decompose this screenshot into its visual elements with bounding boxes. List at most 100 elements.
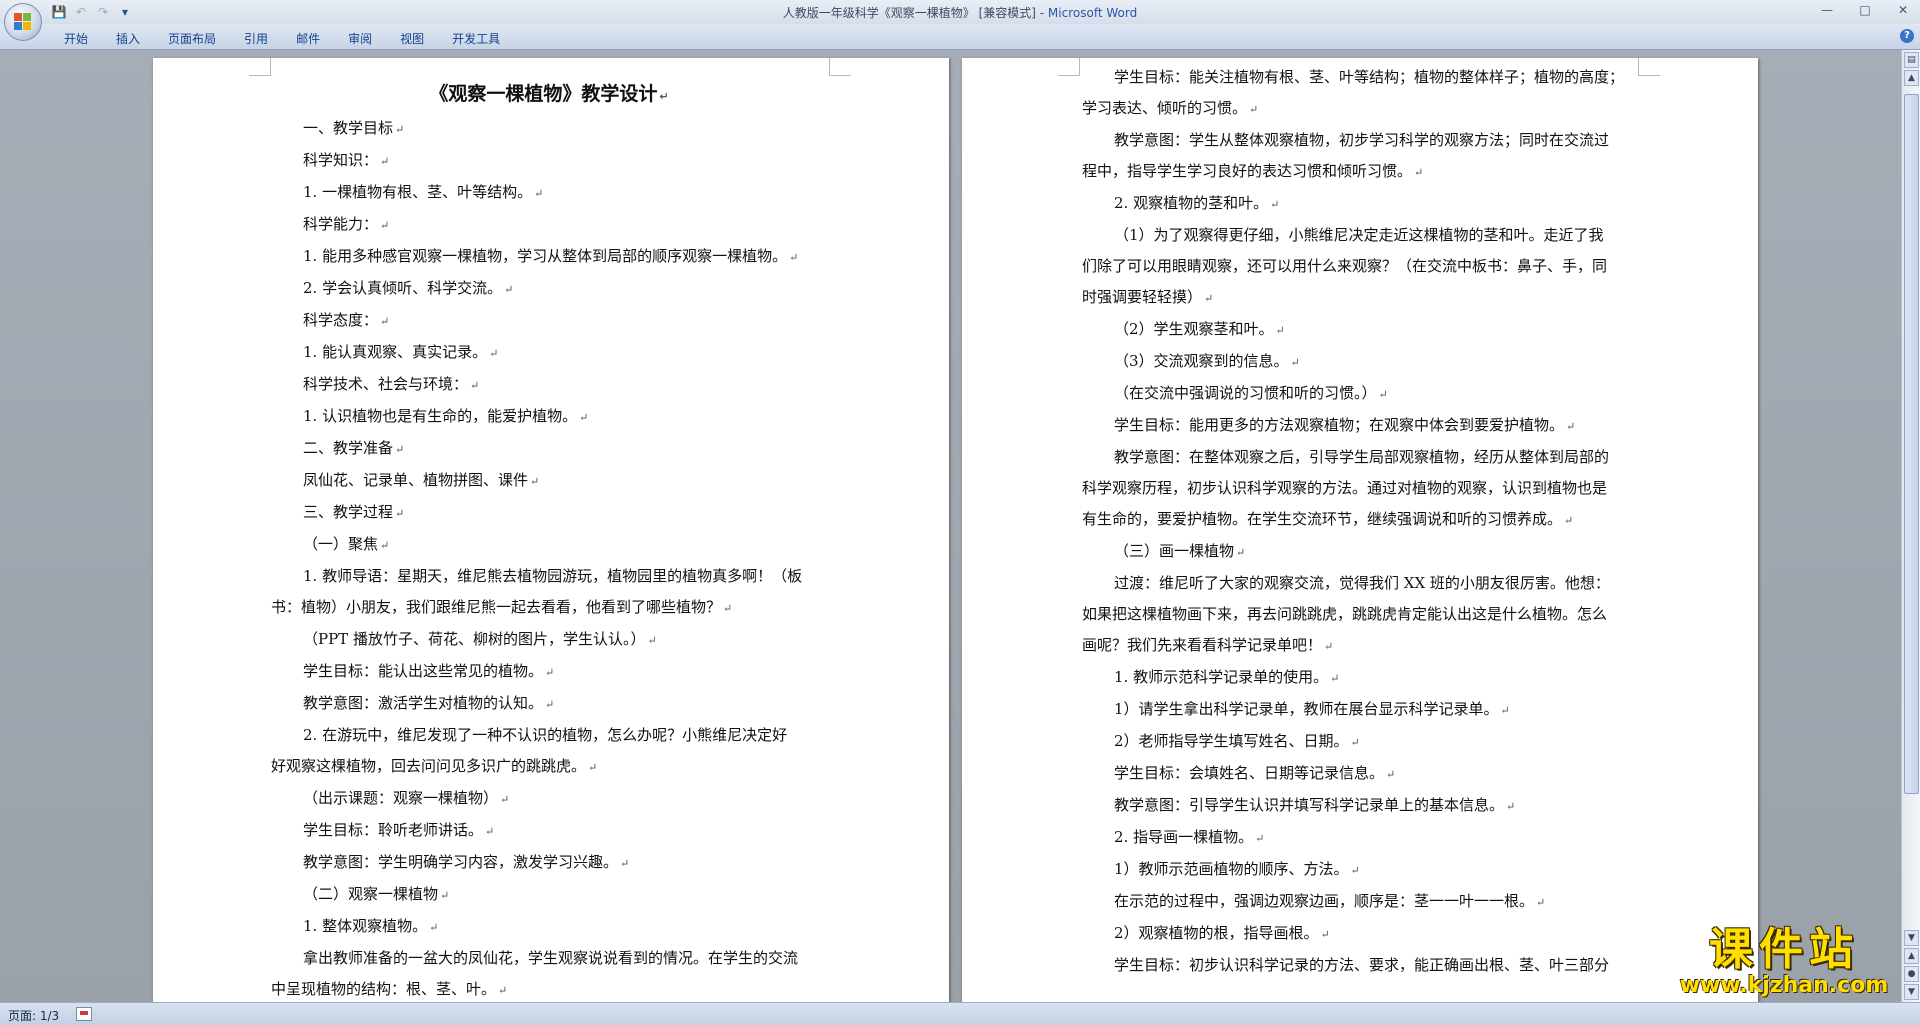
document-page-1[interactable]: 《观察一棵植物》教学设计 ↵ 一、教学目标 ↵ 科学知识： ↵ 1. 一棵植物有根、茎… (153, 58, 949, 1002)
paragraph: （出示课题：观察一棵植物） ↵ (303, 789, 510, 807)
paragraph: 2）观察植物的根，指导画根。 ↵ (1114, 924, 1330, 942)
tab-mailings[interactable]: 邮件 (282, 28, 334, 49)
paragraph: 1. 能用多种感官观察一棵植物，学习从整体到局部的顺序观察一棵植物。 ↵ (303, 247, 799, 265)
paragraph: 程中，指导学生学习良好的表达习惯和倾听习惯。 ↵ (1082, 162, 1424, 180)
scroll-up-icon[interactable]: ▲ (1904, 70, 1919, 86)
ribbon-tabs: 开始 插入 页面布局 引用 邮件 审阅 视图 开发工具 (50, 28, 514, 49)
page-2-body: 学生目标：能关注植物有根、茎、叶等结构；植物的整体样子；植物的高度； 学习表达、… (1082, 62, 1638, 981)
paragraph: （在交流中强调说的习惯和听的习惯。） ↵ (1114, 384, 1388, 402)
paragraph: 学生目标：聆听老师讲话。 ↵ (303, 821, 495, 839)
page-1-body: 《观察一棵植物》教学设计 ↵ 一、教学目标 ↵ 科学知识： ↵ 1. 一棵植物有根、茎… (271, 78, 827, 1002)
paragraph: 1. 整体观察植物。 ↵ (303, 917, 439, 935)
tab-page-layout[interactable]: 页面布局 (154, 28, 230, 49)
vertical-scrollbar[interactable]: ▤ ▲ ▼ ▲ ● ▼ (1901, 50, 1920, 1002)
document-page-2[interactable]: 学生目标：能关注植物有根、茎、叶等结构；植物的整体样子；植物的高度； 学习表达、… (962, 58, 1758, 1002)
paragraph: 教学意图：学生明确学习内容，激发学习兴趣。 ↵ (303, 853, 630, 871)
margin-corner-mark (1058, 58, 1080, 76)
paragraph: 凤仙花、记录单、植物拼图、课件 ↵ (303, 471, 540, 489)
paragraph: （二）观察一棵植物 ↵ (303, 885, 450, 903)
paragraph: 过渡：维尼听了大家的观察交流，觉得我们 XX 班的小朋友很厉害。他想： (1114, 574, 1610, 592)
watermark-logo-text: 课件站 (1709, 924, 1859, 975)
help-icon[interactable]: ? (1900, 29, 1914, 43)
paragraph: 2. 观察植物的茎和叶。 ↵ (1114, 194, 1280, 212)
maximize-icon[interactable]: □ (1856, 2, 1874, 18)
paragraph: 1. 能认真观察、真实记录。 ↵ (303, 343, 499, 361)
paragraph: 一、教学目标 ↵ (303, 119, 405, 137)
browse-object-icon[interactable]: ● (1904, 966, 1919, 982)
paragraph: 时强调要轻轻摸） ↵ (1082, 288, 1214, 306)
paragraph: 科学能力： ↵ (303, 215, 390, 233)
ribbon: 开始 插入 页面布局 引用 邮件 审阅 视图 开发工具 ? (0, 24, 1920, 50)
previous-page-icon[interactable]: ▲ (1904, 948, 1919, 964)
page-count-status[interactable]: 页面: 1/3 (8, 1007, 59, 1024)
margin-corner-mark (249, 58, 271, 76)
document-heading: 《观察一棵植物》教学设计 ↵ (429, 83, 669, 105)
paragraph: 学生目标：能用更多的方法观察植物；在观察中体会到要爱护植物。 ↵ (1114, 416, 1576, 434)
paragraph: 1）教师示范画植物的顺序、方法。 ↵ (1114, 860, 1360, 878)
paragraph: 中呈现植物的结构：根、茎、叶。 ↵ (271, 980, 508, 998)
paragraph: （2）学生观察茎和叶。 ↵ (1114, 320, 1285, 338)
scroll-thumb[interactable] (1904, 94, 1919, 794)
paragraph: 1. 教师导语：星期天，维尼熊去植物园游玩，植物园里的植物真多啊！（板 (303, 567, 803, 585)
scroll-down-icon[interactable]: ▼ (1904, 930, 1919, 946)
status-bar: 页面: 1/3 (0, 1002, 1920, 1025)
tab-insert[interactable]: 插入 (102, 28, 154, 49)
paragraph: 2. 在游玩中，维尼发现了一种不认识的植物，怎么办呢？小熊维尼决定好 (303, 726, 788, 744)
paragraph: 2. 学会认真倾听、科学交流。 ↵ (303, 279, 514, 297)
window-controls: — □ ✕ (1818, 2, 1912, 18)
paragraph: 1. 教师示范科学记录单的使用。 ↵ (1114, 668, 1340, 686)
ruler-toggle-icon[interactable]: ▤ (1904, 52, 1919, 68)
office-button[interactable] (4, 3, 42, 41)
margin-corner-mark (1638, 58, 1660, 76)
paragraph: 在示范的过程中，强调边观察边画，顺序是：茎一一叶一一根。 ↵ (1114, 892, 1546, 910)
paragraph: 如果把这棵植物画下来，再去问跳跳虎，跳跳虎肯定能认出这是什么植物。怎么 (1082, 605, 1608, 623)
paragraph: 好观察这棵植物，回去问问见多识广的跳跳虎。 ↵ (271, 757, 598, 775)
paragraph: 教学意图：引导学生认识并填写科学记录单上的基本信息。 ↵ (1114, 796, 1516, 814)
paragraph: 学生目标：能认出这些常见的植物。 ↵ (303, 662, 555, 680)
next-page-icon[interactable]: ▼ (1904, 984, 1919, 1000)
paragraph: 二、教学准备 ↵ (303, 439, 405, 457)
paragraph: 科学技术、社会与环境： ↵ (303, 375, 480, 393)
close-icon[interactable]: ✕ (1894, 2, 1912, 18)
paragraph: 有生命的，要爱护植物。在学生交流环节，继续强调说和听的习惯养成。 ↵ (1082, 510, 1574, 528)
window-title: 人教版一年级科学《观察一棵植物》 [兼容模式] - Microsoft Word (0, 4, 1920, 21)
paragraph: 教学意图：在整体观察之后，引导学生局部观察植物，经历从整体到局部的 (1114, 448, 1610, 466)
paragraph: 2. 指导画一棵植物。 ↵ (1114, 828, 1265, 846)
document-title: 人教版一年级科学《观察一棵植物》 [兼容模式] - (782, 6, 1048, 20)
tab-view[interactable]: 视图 (386, 28, 438, 49)
paragraph: 2）老师指导学生填写姓名、日期。 ↵ (1114, 732, 1360, 750)
paragraph: 1. 一棵植物有根、茎、叶等结构。 ↵ (303, 183, 544, 201)
title-bar: 💾 ↶ ↷ ▾ 人教版一年级科学《观察一棵植物》 [兼容模式] - Micros… (0, 0, 1920, 24)
paragraph: 教学意图：激活学生对植物的认知。 ↵ (303, 694, 555, 712)
paragraph: 画呢？我们先来看看科学记录单吧！ ↵ (1082, 636, 1334, 654)
paragraph: 1）请学生拿出科学记录单，教师在展台显示科学记录单。 ↵ (1114, 700, 1510, 718)
margin-corner-mark (829, 58, 851, 76)
paragraph: （PPT 播放竹子、荷花、柳树的图片，学生认认。） ↵ (303, 630, 657, 648)
paragraph: 三、教学过程 ↵ (303, 503, 405, 521)
paragraph: （一）聚焦 ↵ (303, 535, 390, 553)
watermark-url: www.kjzhan.com (1679, 973, 1889, 998)
app-name: Microsoft Word (1047, 6, 1138, 20)
paragraph: 学生目标：初步认识科学记录的方法、要求，能正确画出根、茎、叶三部分 (1114, 956, 1610, 974)
office-logo-icon (14, 13, 32, 31)
tab-review[interactable]: 审阅 (334, 28, 386, 49)
paragraph: 书：植物）小朋友，我们跟维尼熊一起去看看，他看到了哪些植物？ ↵ (271, 598, 733, 616)
paragraph: 拿出教师准备的一盆大的凤仙花，学生观察说说看到的情况。在学生的交流 (303, 949, 799, 967)
minimize-icon[interactable]: — (1818, 2, 1836, 18)
paragraph: 教学意图：学生从整体观察植物，初步学习科学的观察方法；同时在交流过 (1114, 131, 1610, 149)
document-workspace: 《观察一棵植物》教学设计 ↵ 一、教学目标 ↵ 科学知识： ↵ 1. 一棵植物有根、茎… (0, 50, 1901, 1002)
paragraph: 学生目标：能关注植物有根、茎、叶等结构；植物的整体样子；植物的高度； (1114, 68, 1625, 86)
paragraph: 们除了可以用眼睛观察，还可以用什么来观察？（在交流中板书：鼻子、手，同 (1082, 257, 1608, 275)
paragraph: 科学态度： ↵ (303, 311, 390, 329)
tab-developer[interactable]: 开发工具 (438, 28, 514, 49)
paragraph: 科学知识： ↵ (303, 151, 390, 169)
watermark: 课件站 www.kjzhan.com (1668, 926, 1900, 1000)
paragraph: （三）画一棵植物 ↵ (1114, 542, 1246, 560)
tab-home[interactable]: 开始 (50, 28, 102, 49)
paragraph: 学习表达、倾听的习惯。 ↵ (1082, 99, 1259, 117)
paragraph: （1）为了观察得更仔细，小熊维尼决定走近这棵植物的茎和叶。走近了我 (1114, 226, 1604, 244)
macro-record-icon[interactable] (76, 1007, 92, 1021)
tab-references[interactable]: 引用 (230, 28, 282, 49)
paragraph: （3）交流观察到的信息。 ↵ (1114, 352, 1300, 370)
paragraph: 1. 认识植物也是有生命的，能爱护植物。 ↵ (303, 407, 589, 425)
